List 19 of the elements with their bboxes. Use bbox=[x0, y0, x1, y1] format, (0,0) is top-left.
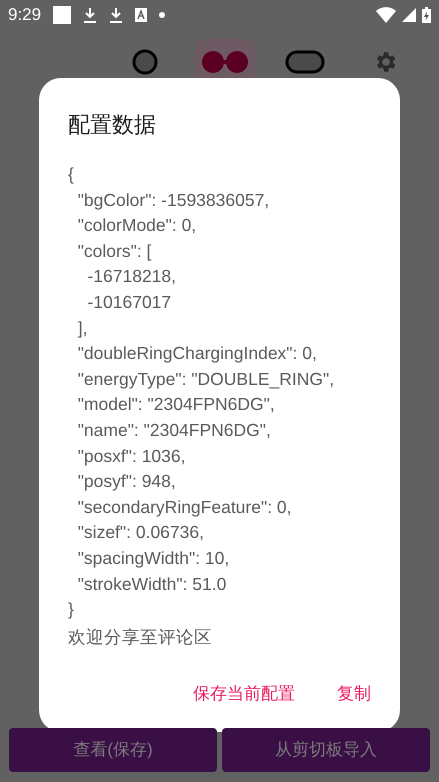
clock-text: 9:29 bbox=[8, 4, 42, 26]
circle-icon bbox=[132, 49, 158, 75]
wifi-icon bbox=[376, 7, 396, 23]
dot-icon bbox=[159, 12, 166, 18]
config-text: { "bgColor": -1593836057, "colorMode": 0, "colors": [ -16718218, -10167017 ], "doubleRingChargingIndex": 0, "energyType": "DOUBLE_RING", "model": "2304FPN6DG", "name": "2304FPN6DG", "posxf": 1036, "posyf": 948, "secondaryRingFeature": 0, "sizef": 0.06736, "spacingWidth": 10, "strokeWidth": 51.0 } bbox=[68, 163, 336, 622]
bottom-button[interactable]: 查看(保存) bbox=[9, 728, 217, 772]
pill-icon bbox=[285, 50, 325, 74]
bottom-button[interactable]: 从剪切板导入 bbox=[222, 728, 430, 772]
download-icon bbox=[83, 7, 98, 23]
dialog-action-button[interactable]: 复制 bbox=[337, 680, 371, 706]
dialog-action-button[interactable]: 保存当前配置 bbox=[193, 680, 295, 706]
battery-icon bbox=[422, 7, 431, 23]
translate-icon bbox=[135, 8, 148, 22]
double-circle-icon bbox=[201, 49, 249, 75]
signal-icon bbox=[402, 8, 416, 22]
share-note: 欢迎分享至评论区 bbox=[68, 626, 213, 649]
dialog-title: 配置数据 bbox=[68, 111, 157, 139]
square-icon bbox=[53, 6, 72, 24]
download-icon bbox=[109, 7, 124, 23]
